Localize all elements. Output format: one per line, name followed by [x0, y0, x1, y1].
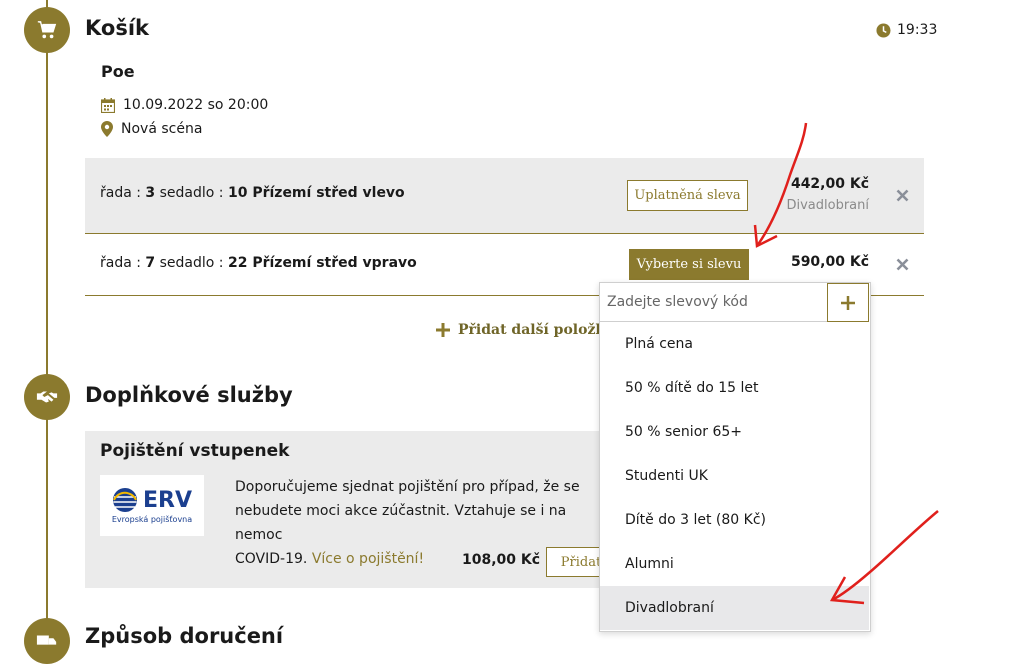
annotation-arrow — [831, 510, 939, 602]
annotation-arrow — [755, 122, 808, 247]
annotation-arrows — [753, 122, 939, 605]
